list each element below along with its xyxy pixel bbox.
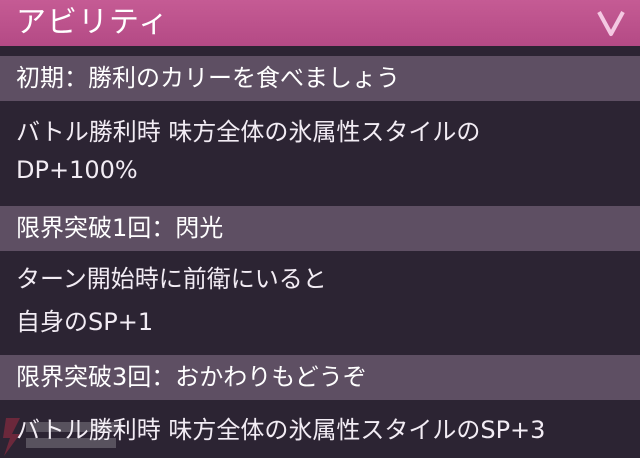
panel-title: アビリティ — [16, 5, 170, 40]
ability-heading-limit-break-1: 限界突破1回：閃光 — [0, 206, 640, 251]
ability-description-initial: バトル勝利時 味方全体の氷属性スタイルの DP+100% — [0, 101, 640, 201]
ability-description-line: ターン開始時に前衛にいると — [16, 265, 327, 293]
ability-heading-limit-break-3: 限界突破3回：おかわりもどうぞ — [0, 355, 640, 400]
ability-description-limit-break-1: ターン開始時に前衛にいると 自身のSP+1 — [0, 251, 640, 349]
ability-description-line: 自身のSP+1 — [16, 308, 154, 336]
ability-description-line: バトル勝利時 味方全体の氷属性スタイルの — [16, 118, 481, 146]
ability-heading-text: 限界突破3回：おかわりもどうぞ — [16, 363, 367, 391]
chevron-down-icon — [597, 11, 625, 36]
ability-heading-text: 限界突破1回：閃光 — [16, 214, 224, 242]
ability-heading-initial: 初期：勝利のカリーを食べましょう — [0, 56, 640, 101]
ability-heading-text: 初期：勝利のカリーを食べましょう — [16, 64, 400, 92]
collapse-button[interactable] — [594, 6, 628, 40]
site-logo-watermark — [3, 418, 122, 456]
ability-panel-header: アビリティ — [0, 0, 640, 46]
ability-description-line: DP+100% — [16, 156, 138, 184]
